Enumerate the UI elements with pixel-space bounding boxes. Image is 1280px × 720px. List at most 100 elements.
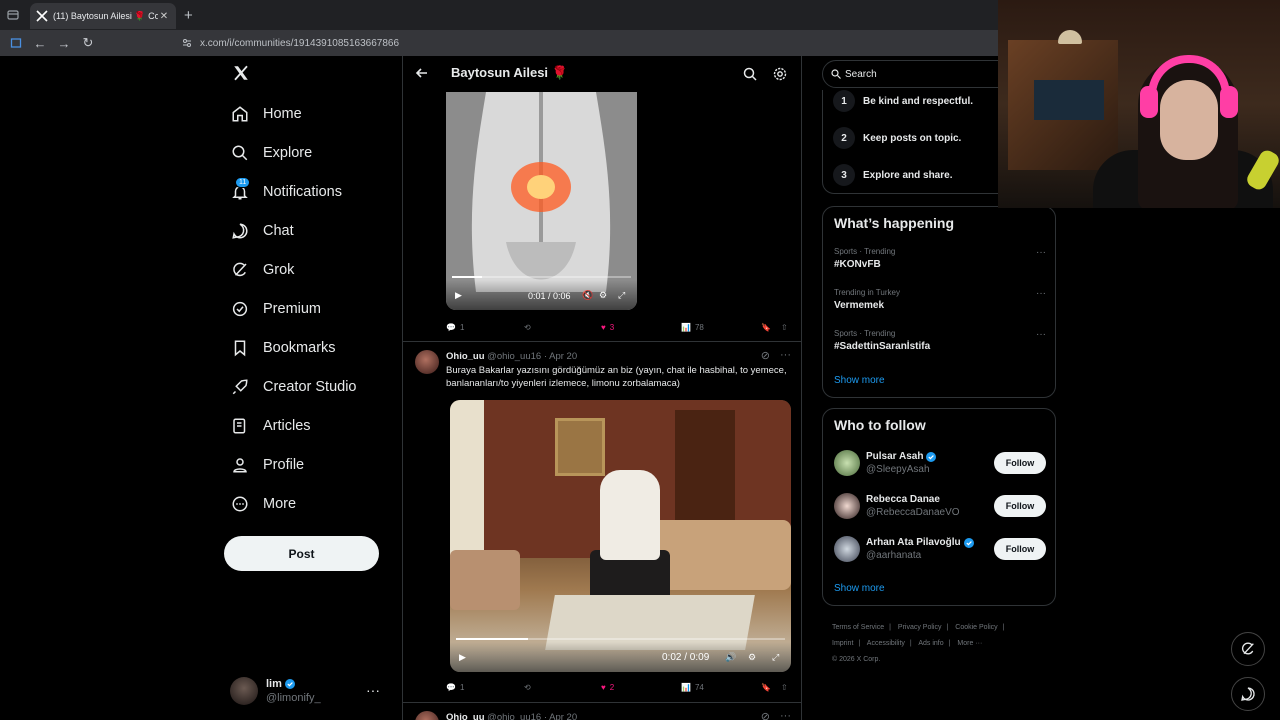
post-date[interactable]: · Apr 20 [544,712,577,720]
avatar[interactable] [415,350,439,374]
mute-icon[interactable]: 🔇 [582,290,593,301]
grok-fab-button[interactable] [1231,632,1265,666]
reload-icon[interactable]: ↻ [76,31,100,55]
repost-button[interactable]: ⟲ [524,683,531,692]
like-button[interactable]: ♥ 2 [601,683,614,692]
ellipsis-icon[interactable]: ··· [1036,247,1046,258]
account-switcher[interactable]: lim @limonify_ ··· [230,676,390,706]
nav-profile[interactable]: Profile [230,450,304,480]
back-arrow-icon[interactable]: ← [28,31,52,55]
post-button[interactable]: Post [224,536,379,571]
video-player[interactable]: ▶ 0:01 / 0:06 🔇 ⚙ ⤢ [446,92,637,310]
share-icon[interactable]: ⇧ [781,323,788,332]
x-logo-icon[interactable] [232,64,250,87]
footer-link[interactable]: Ads info [918,640,943,647]
forward-arrow-icon[interactable]: → [52,31,76,55]
footer-link[interactable]: Accessibility [867,640,905,647]
post-author-name[interactable]: Ohio_uu [446,351,485,362]
post-author-name[interactable]: Ohio_uu [446,712,485,720]
views-button[interactable]: 📊 74 [681,683,704,692]
video-frame-door [675,410,735,520]
ellipsis-icon[interactable]: ··· [366,682,380,698]
trend-item[interactable]: Trending in Turkey Vermemek ··· [834,288,1046,311]
grok-icon[interactable]: ⊘ [761,349,770,362]
rule-item[interactable]: 2 Keep posts on topic. [833,127,961,149]
grok-icon[interactable]: ⊘ [761,710,770,720]
post-date[interactable]: · Apr 20 [544,351,577,362]
ellipsis-icon[interactable]: ··· [780,349,791,362]
repost-icon: ⟲ [524,322,531,332]
verified-badge-icon [926,451,937,462]
reply-button[interactable]: 💬 1 [446,323,464,332]
nav-chat[interactable]: Chat [230,216,294,246]
new-tab-button[interactable]: + [184,7,193,24]
footer-link[interactable]: Terms of Service [832,624,884,631]
nav-premium[interactable]: Premium [230,294,321,324]
ellipsis-icon[interactable]: ··· [1036,329,1046,340]
site-info-icon[interactable] [182,38,192,48]
like-button[interactable]: ♥ 3 [601,323,614,332]
follow-suggestion[interactable]: Pulsar Asah @SleepyAsah Follow [834,448,1046,478]
views-button[interactable]: 📊 78 [681,323,704,332]
play-icon[interactable]: ▶ [455,290,462,301]
post-author-handle[interactable]: @ohio_uu16 [487,712,541,720]
settings-icon[interactable]: ⚙ [599,290,607,301]
fullscreen-icon[interactable]: ⤢ [772,652,779,663]
avatar [834,493,860,519]
footer-link[interactable]: Privacy Policy [898,624,942,631]
avatar [230,677,258,705]
nav-notifications[interactable]: 11 Notifications [230,177,342,207]
show-more-link[interactable]: Show more [834,375,885,386]
rule-item[interactable]: 3 Explore and share. [833,164,952,186]
fullscreen-icon[interactable]: ⤢ [618,290,625,301]
follow-button[interactable]: Follow [994,495,1046,517]
footer-link[interactable]: Cookie Policy [955,624,997,631]
search-icon[interactable] [743,67,757,81]
who-to-follow-card: Who to follow Pulsar Asah @SleepyAsah Fo… [822,408,1056,606]
bookmark-icon[interactable]: 🔖 [761,683,771,692]
nav-articles[interactable]: Articles [230,411,311,441]
nav-explore[interactable]: Explore [230,138,312,168]
repost-button[interactable]: ⟲ [524,323,531,332]
browser-tab-active[interactable]: (11) Baytosun Ailesi 🌹 Commu ✕ [30,3,176,29]
follow-button[interactable]: Follow [994,452,1046,474]
card-title: Who to follow [834,417,926,433]
show-more-link[interactable]: Show more [834,583,885,594]
post-author-handle[interactable]: @ohio_uu16 [487,351,541,362]
ellipsis-icon[interactable]: ··· [780,710,791,720]
bookmark-icon[interactable]: 🔖 [761,323,771,332]
share-icon[interactable]: ⇧ [781,683,788,692]
follow-button[interactable]: Follow [994,538,1046,560]
nav-creator-studio[interactable]: Creator Studio [230,372,357,402]
chat-icon [230,221,250,241]
rule-item[interactable]: 1 Be kind and respectful. [833,90,973,112]
tab-actions-icon[interactable] [0,0,26,30]
gear-icon[interactable] [773,67,787,81]
follow-suggestion[interactable]: Rebecca Danae @RebeccaDanaeVO Follow [834,491,1046,521]
nav-more[interactable]: More [230,489,296,519]
video-progress-bar[interactable] [456,638,785,640]
view-count: 78 [694,322,704,332]
footer-link[interactable]: Imprint [832,640,853,647]
video-player[interactable]: ▶ 0:02 / 0:09 🔊 ⚙ ⤢ [450,400,791,672]
play-icon[interactable]: ▶ [459,652,466,663]
footer-link[interactable]: More ··· [957,640,982,647]
nav-bookmarks[interactable]: Bookmarks [230,333,336,363]
tab-close-icon[interactable]: ✕ [158,11,170,22]
settings-icon[interactable]: ⚙ [748,652,756,663]
url-field[interactable]: x.com/i/communities/1914391085163667866 [182,38,399,49]
nav-home[interactable]: Home [230,99,302,129]
back-arrow-icon[interactable] [415,66,429,80]
ellipsis-icon[interactable]: ··· [1036,288,1046,299]
reply-button[interactable]: 💬 1 [446,683,464,692]
volume-icon[interactable]: 🔊 [725,652,736,663]
trend-item[interactable]: Sports · Trending #SadettinSaranİstifa ·… [834,329,1046,352]
sidebar-toggle-icon[interactable] [4,31,28,55]
trend-item[interactable]: Sports · Trending #KONvFB ··· [834,247,1046,270]
chat-fab-button[interactable] [1231,677,1265,711]
avatar[interactable] [415,711,439,720]
follow-suggestion[interactable]: Arhan Ata Pilavoğlu @aarhanata Follow [834,534,1046,564]
views-icon: 📊 [681,322,691,332]
nav-grok[interactable]: Grok [230,255,294,285]
video-progress-bar[interactable] [452,276,631,278]
